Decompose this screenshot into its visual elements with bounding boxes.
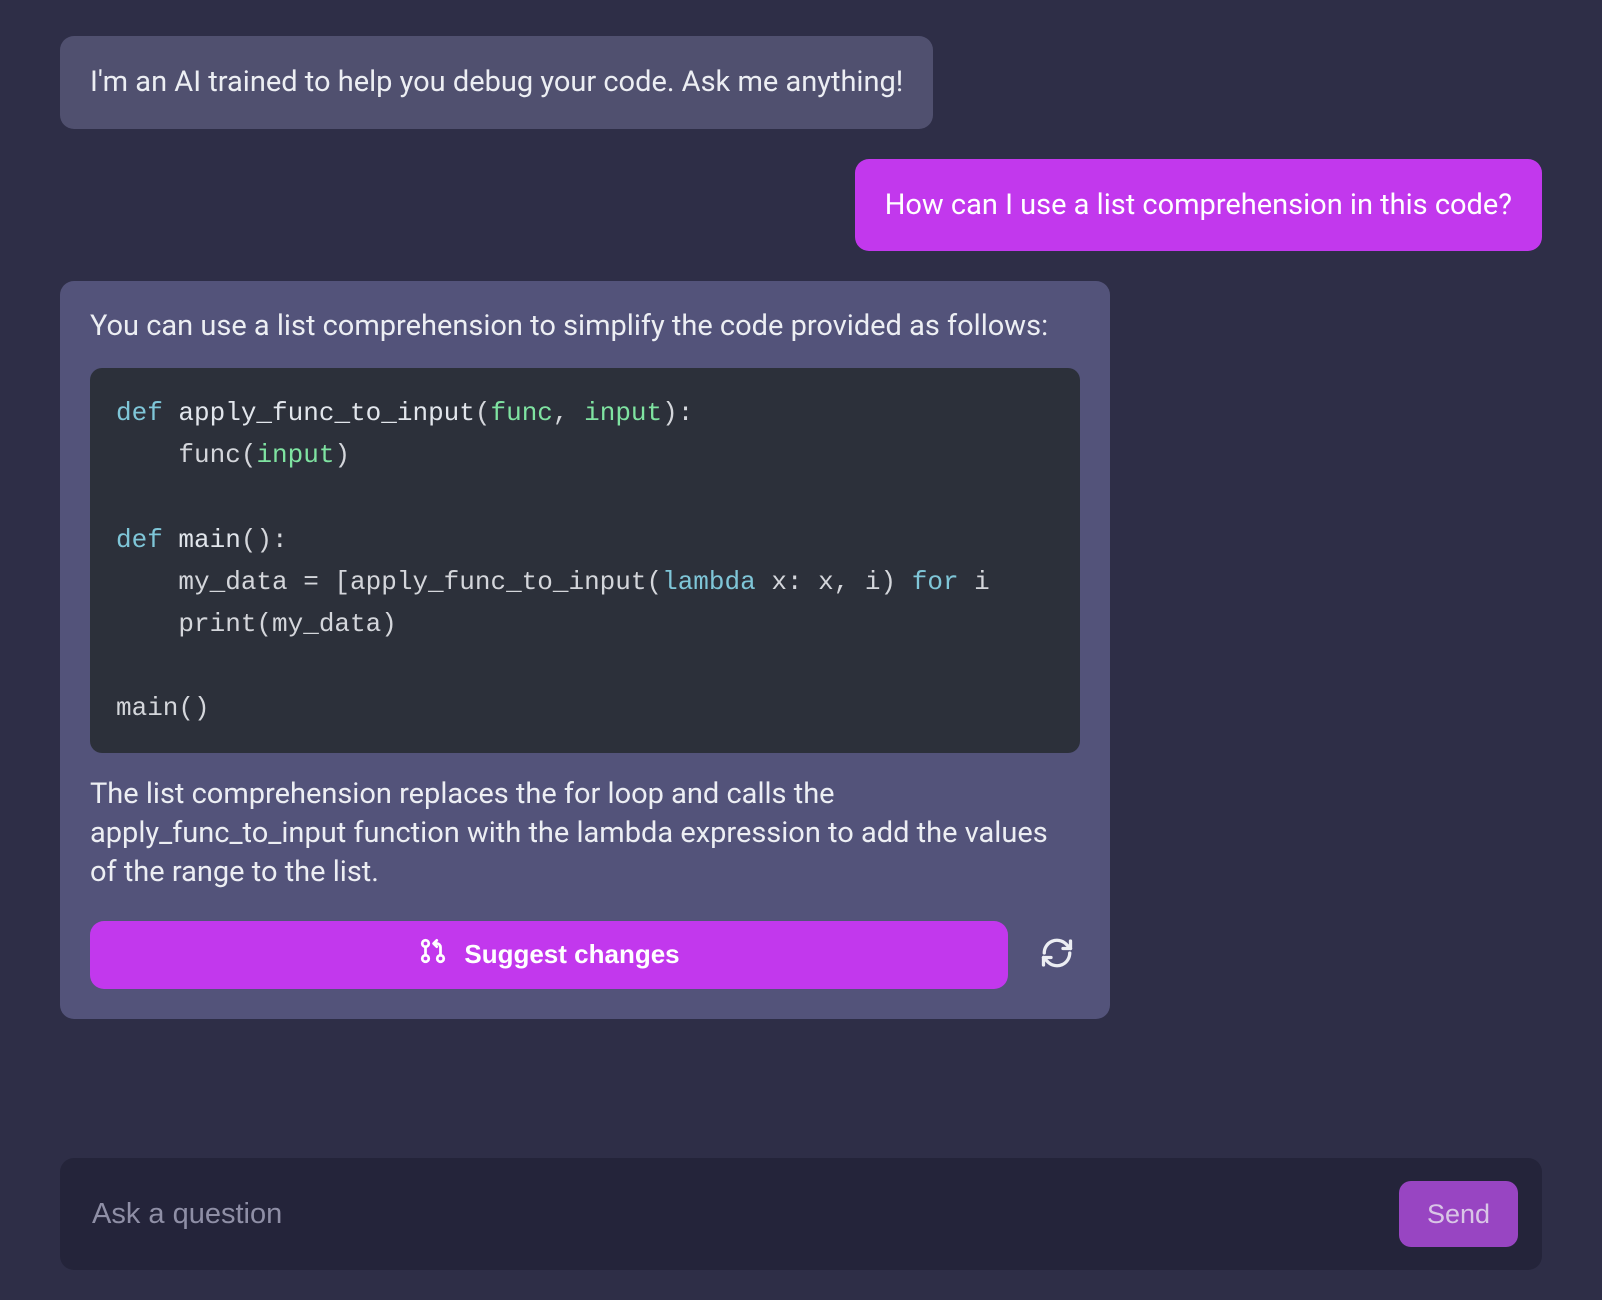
code-token: , <box>553 398 584 428</box>
code-token: apply_func_to_input <box>178 398 474 428</box>
send-button[interactable]: Send <box>1399 1181 1518 1247</box>
code-token: ): <box>662 398 693 428</box>
code-token: i <box>959 567 990 597</box>
message-text: The list comprehension replaces the for … <box>90 775 1080 892</box>
code-token: ) <box>334 440 350 470</box>
code-token: (): <box>241 525 288 555</box>
code-token: input <box>584 398 662 428</box>
message-text: How can I use a list comprehension in th… <box>885 188 1512 222</box>
ai-message: I'm an AI trained to help you debug your… <box>60 36 933 129</box>
chat-input[interactable] <box>92 1198 1379 1231</box>
code-token: my_data = [apply_func_to_input( <box>116 567 662 597</box>
code-token: main() <box>116 693 210 723</box>
code-token: def <box>116 398 178 428</box>
code-block[interactable]: def apply_func_to_input(func, input): fu… <box>90 368 1080 753</box>
code-token: x: x, i) <box>756 567 912 597</box>
regenerate-button[interactable] <box>1034 932 1080 978</box>
refresh-icon <box>1039 935 1075 974</box>
user-message: How can I use a list comprehension in th… <box>855 159 1542 252</box>
code-token: ( <box>475 398 491 428</box>
chat-thread: I'm an AI trained to help you debug your… <box>60 36 1542 1086</box>
pull-request-icon <box>418 936 448 973</box>
code-token: input <box>256 440 334 470</box>
button-label: Send <box>1427 1199 1490 1229</box>
code-token: func( <box>116 440 256 470</box>
message-actions: Suggest changes <box>90 921 1080 989</box>
button-label: Suggest changes <box>464 939 679 970</box>
message-text: You can use a list comprehension to simp… <box>90 307 1080 346</box>
ai-message: You can use a list comprehension to simp… <box>60 281 1110 1018</box>
code-token: for <box>912 567 959 597</box>
code-token: func <box>490 398 552 428</box>
code-token: def <box>116 525 178 555</box>
chat-composer: Send <box>60 1158 1542 1270</box>
code-token: print(my_data) <box>116 609 397 639</box>
suggest-changes-button[interactable]: Suggest changes <box>90 921 1008 989</box>
code-token: lambda <box>662 567 756 597</box>
code-token: main <box>178 525 240 555</box>
message-text: I'm an AI trained to help you debug your… <box>90 65 903 99</box>
